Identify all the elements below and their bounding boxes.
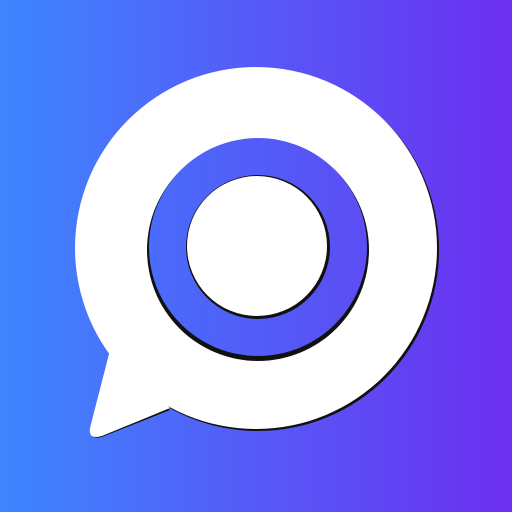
- app-icon: [0, 0, 512, 512]
- chat-bubble-logo-icon: [0, 0, 512, 512]
- inner-ring: [147, 138, 369, 361]
